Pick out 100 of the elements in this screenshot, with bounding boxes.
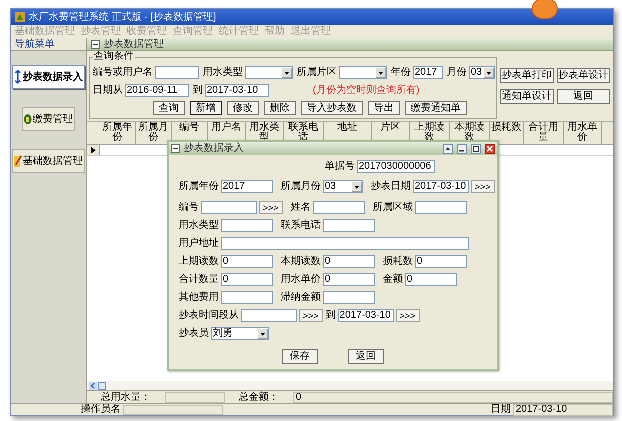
child-window-title: 抄表数据管理 (104, 38, 164, 50)
dropdown[interactable]: 刘勇 (211, 327, 269, 340)
input-field[interactable]: 2017 (221, 180, 273, 193)
field-label: 金额 (383, 272, 403, 287)
field-label: 单据号 (325, 160, 355, 174)
field-label: 到 (193, 84, 203, 98)
dropdown[interactable]: 03 (469, 66, 495, 79)
nav-button[interactable]: 基础数据管理 (12, 149, 85, 173)
field-label: 上期读数 (179, 254, 219, 269)
dropdown[interactable]: 03 (323, 180, 363, 193)
dropdown[interactable] (245, 66, 293, 79)
minimize-icon (91, 40, 100, 48)
side-button[interactable]: 抄表单设计 (556, 68, 610, 83)
query-button[interactable]: 缴费通知单 (405, 101, 467, 115)
field-label: 抄表日期 (371, 180, 411, 194)
query-button[interactable]: 新增 (190, 101, 222, 115)
field-label: 用水单价 (281, 272, 321, 287)
input-field[interactable]: 2017-03-10 (338, 309, 394, 322)
total-label: 总用水量： (100, 392, 152, 402)
dialog-button[interactable]: 保存 (282, 349, 318, 364)
input-field[interactable]: 2017030000006 (357, 160, 435, 173)
field-label: 所属月份 (281, 180, 321, 194)
field-label: 编号 (179, 200, 199, 215)
field-label: 用户地址 (179, 236, 219, 251)
side-button[interactable]: 通知单设计 (500, 89, 554, 104)
status-date: 2017-03-10 (513, 404, 613, 416)
column-header[interactable]: 用水单价 (564, 122, 602, 144)
total-label: 总金额： (238, 392, 280, 402)
input-field[interactable]: 0 (323, 255, 375, 268)
field-label: 日期从 (93, 84, 123, 98)
field-label: 联系电话 (281, 218, 321, 233)
window-title: 水厂水费管理系统 正式版 - [抄表数据管理] (29, 10, 216, 24)
nav-button[interactable]: 缴费管理 (22, 107, 75, 131)
input-field[interactable]: 0 (221, 255, 273, 268)
app-icon (15, 12, 25, 22)
input-field[interactable] (414, 201, 467, 214)
field-label: 用水类型 (203, 66, 243, 80)
dialog-button[interactable]: 返回 (348, 349, 384, 364)
input-field[interactable] (221, 291, 273, 304)
field-label: 月份 (447, 66, 467, 80)
close-icon (485, 144, 495, 154)
nav-button[interactable]: 抄表数据录入 (12, 65, 85, 89)
column-header[interactable]: 合计用量 (524, 122, 564, 144)
query-button[interactable]: 修改 (227, 101, 259, 115)
minimize-icon (457, 144, 467, 154)
field-label: 所属年份 (179, 180, 219, 194)
group-title: 查询条件 (93, 51, 135, 62)
input-field[interactable] (221, 219, 273, 232)
field-label: 其他费用 (179, 290, 219, 305)
input-field[interactable] (221, 237, 469, 250)
query-button[interactable]: 删除 (264, 101, 296, 115)
input-field[interactable] (155, 66, 199, 79)
query-button[interactable]: 查询 (153, 101, 185, 115)
side-button[interactable]: 抄表单打印 (500, 68, 554, 83)
input-field[interactable]: 0 (323, 273, 375, 286)
dropdown-arrow-icon (282, 68, 292, 78)
scroll-left-icon (89, 382, 97, 390)
dropdown-arrow-icon (484, 68, 494, 78)
input-field[interactable] (323, 219, 375, 232)
field-label: 滞纳金额 (281, 290, 321, 305)
field-label: 姓名 (290, 201, 311, 215)
input-field[interactable] (241, 309, 297, 322)
dropdown[interactable] (339, 66, 387, 79)
picker-button[interactable]: >>> (471, 180, 495, 193)
side-button[interactable]: 返回 (556, 89, 610, 104)
column-header[interactable]: 所属年份 (100, 122, 136, 144)
input-field[interactable]: 0 (405, 273, 457, 286)
dropdown-arrow-icon (376, 68, 386, 78)
picker-button[interactable]: >>> (299, 309, 323, 322)
status-label: 日期 (491, 404, 512, 415)
field-label: 所属片区 (297, 66, 337, 80)
pencil-icon (14, 154, 22, 168)
input-field[interactable] (201, 201, 257, 214)
nav-title: 导航菜单 (15, 38, 55, 50)
picker-button[interactable]: >>> (259, 201, 283, 214)
input-field[interactable] (323, 291, 375, 304)
input-field[interactable]: 2017 (413, 66, 443, 79)
input-field[interactable]: 2016-09-11 (125, 84, 189, 97)
scroll-thumb-icon (98, 382, 106, 390)
hint-text: (月份为空时则查询所有) (313, 85, 420, 96)
input-field[interactable]: 0 (415, 255, 467, 268)
field-label: 损耗数 (383, 254, 413, 269)
input-field[interactable]: 0 (221, 273, 273, 286)
field-label: 合计数量 (179, 272, 219, 287)
dropdown-arrow-icon (352, 182, 362, 192)
money-bag-icon (24, 112, 32, 126)
query-button[interactable]: 导出 (368, 101, 400, 115)
field-label: 抄表时间段从 (179, 308, 239, 323)
input-field[interactable] (312, 201, 365, 214)
input-field[interactable]: 2017-03-10 (205, 84, 269, 97)
total-value: 0 (293, 392, 613, 402)
dropdown-arrow-icon (258, 328, 268, 338)
query-button[interactable]: 导入抄表数 (301, 101, 363, 115)
field-label: 所属区域 (372, 200, 413, 215)
input-field[interactable]: 2017-03-10 (413, 180, 469, 193)
row-pointer-icon (90, 146, 96, 154)
status-label: 操作员名 (80, 404, 122, 415)
picker-button[interactable]: >>> (396, 309, 420, 322)
arrows-icon (14, 70, 22, 84)
dialog-title: 抄表数据录入 (184, 143, 245, 154)
